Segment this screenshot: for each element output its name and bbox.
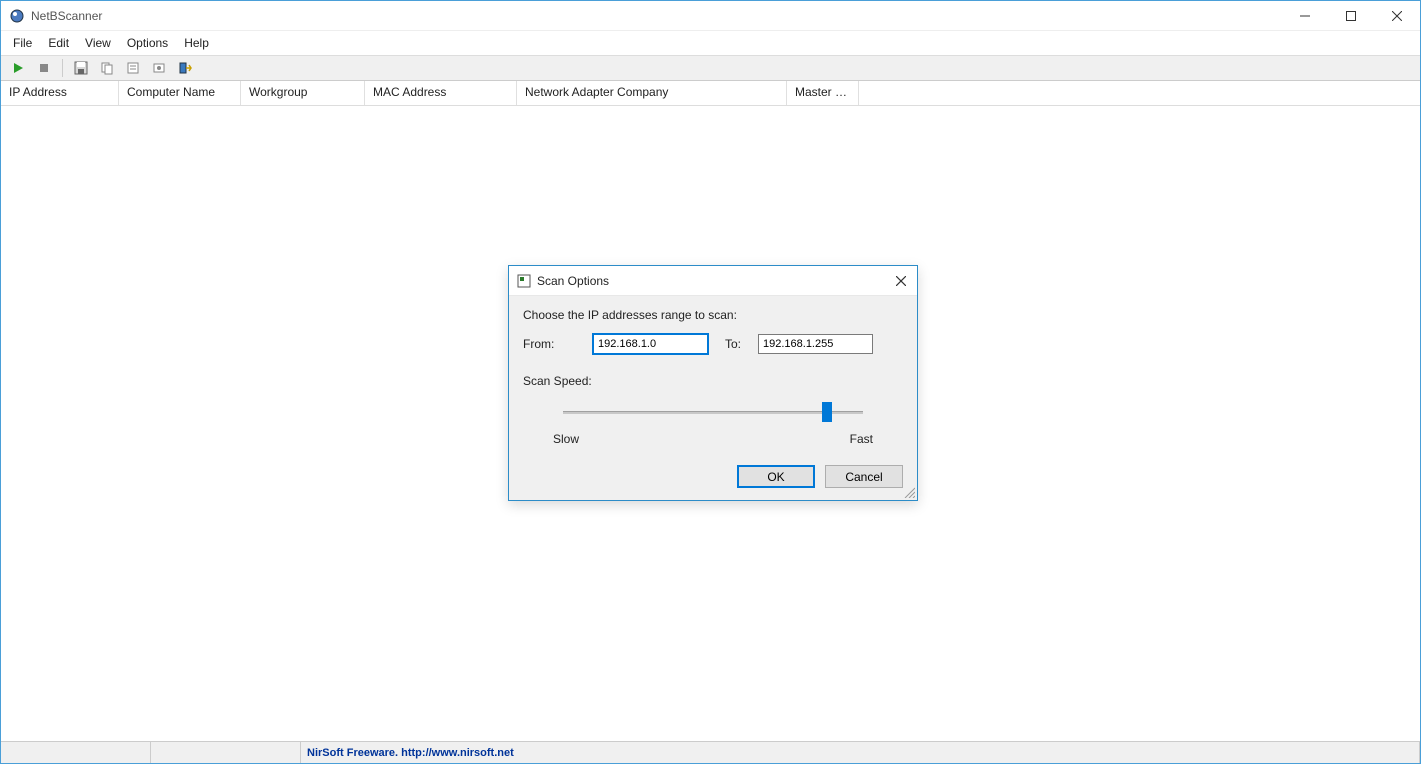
menu-edit[interactable]: Edit: [40, 33, 77, 53]
ip-range-row: From: To:: [523, 334, 903, 354]
window-controls: [1282, 1, 1420, 31]
scan-speed-slider[interactable]: Slow Fast: [523, 406, 903, 446]
exit-icon[interactable]: [174, 58, 196, 78]
options-icon[interactable]: [148, 58, 170, 78]
copy-icon[interactable]: [96, 58, 118, 78]
dialog-buttons: OK Cancel: [737, 465, 903, 488]
slider-fast-label: Fast: [850, 432, 873, 446]
menu-options[interactable]: Options: [119, 33, 176, 53]
ok-button[interactable]: OK: [737, 465, 815, 488]
title-bar: NetBScanner: [1, 1, 1420, 31]
menu-help[interactable]: Help: [176, 33, 217, 53]
menu-file[interactable]: File: [5, 33, 40, 53]
stop-icon[interactable]: [33, 58, 55, 78]
toolbar: [1, 55, 1420, 81]
dialog-close-button[interactable]: [891, 272, 911, 290]
status-bar: NirSoft Freeware. http://www.nirsoft.net: [1, 741, 1420, 763]
column-computer-name[interactable]: Computer Name: [119, 81, 241, 105]
column-master-browser[interactable]: Master Br...: [787, 81, 859, 105]
dialog-prompt: Choose the IP addresses range to scan:: [523, 308, 903, 322]
column-mac-address[interactable]: MAC Address: [365, 81, 517, 105]
scan-options-dialog: Scan Options Choose the IP addresses ran…: [508, 265, 918, 501]
close-button[interactable]: [1374, 1, 1420, 31]
app-icon: [9, 8, 25, 24]
status-cell-1: [1, 742, 151, 763]
cancel-button[interactable]: Cancel: [825, 465, 903, 488]
menu-view[interactable]: View: [77, 33, 119, 53]
from-label: From:: [523, 337, 593, 351]
properties-icon[interactable]: [122, 58, 144, 78]
slider-thumb[interactable]: [822, 402, 832, 422]
column-headers: IP Address Computer Name Workgroup MAC A…: [1, 81, 1420, 106]
menu-bar: File Edit View Options Help: [1, 31, 1420, 55]
save-icon[interactable]: [70, 58, 92, 78]
slider-slow-label: Slow: [553, 432, 579, 446]
maximize-button[interactable]: [1328, 1, 1374, 31]
column-ip-address[interactable]: IP Address: [1, 81, 119, 105]
dialog-title: Scan Options: [537, 274, 609, 288]
to-label: To:: [708, 337, 758, 351]
dialog-title-bar[interactable]: Scan Options: [509, 266, 917, 296]
from-ip-input[interactable]: [593, 334, 708, 354]
dialog-icon: [517, 274, 531, 288]
dialog-body: Choose the IP addresses range to scan: F…: [509, 296, 917, 458]
scan-speed-label: Scan Speed:: [523, 374, 903, 388]
to-ip-input[interactable]: [758, 334, 873, 354]
status-cell-2: [151, 742, 301, 763]
toolbar-separator: [62, 59, 63, 77]
minimize-button[interactable]: [1282, 1, 1328, 31]
play-icon[interactable]: [7, 58, 29, 78]
status-freeware-link[interactable]: NirSoft Freeware. http://www.nirsoft.net: [301, 742, 1420, 763]
resize-grip[interactable]: [903, 486, 915, 498]
column-network-adapter[interactable]: Network Adapter Company: [517, 81, 787, 105]
app-title: NetBScanner: [31, 9, 102, 23]
slider-track: [563, 411, 863, 414]
column-workgroup[interactable]: Workgroup: [241, 81, 365, 105]
